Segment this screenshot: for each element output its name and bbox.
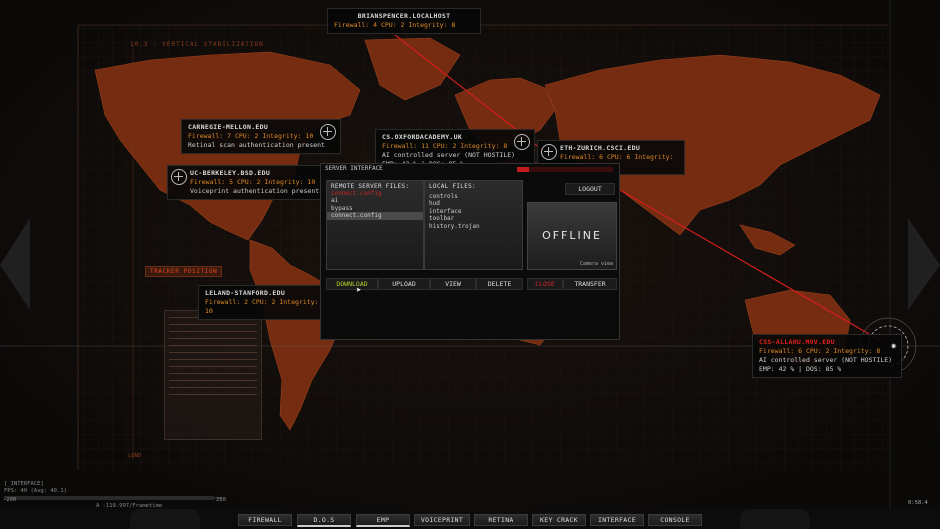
close-button[interactable]: CLOSE bbox=[527, 278, 563, 290]
local-files-header: LOCAL FILES: bbox=[429, 183, 476, 190]
node-host: ETH-ZURICH.CSCI.EDU bbox=[560, 144, 641, 152]
download-button[interactable]: DOWNLOAD bbox=[326, 278, 378, 290]
local-file-interface[interactable]: interface bbox=[425, 208, 522, 216]
taskbar-retina[interactable]: RETINA bbox=[474, 514, 528, 526]
remote-files-pane: REMOTE SERVER FILES: connect.config ai b… bbox=[326, 180, 424, 270]
logo-icon-right bbox=[740, 509, 810, 529]
node-carnegie-mellon[interactable]: CARNEGIE-MELLON.EDU Firewall: 7 CPU: 2 I… bbox=[181, 119, 341, 154]
taskbar-voiceprint[interactable]: VOICEPRINT bbox=[414, 514, 470, 526]
node-host: BRIANSPENCER.LOCALHOST bbox=[357, 12, 451, 20]
node-brianspencer[interactable]: BRIANSPENCER.LOCALHOST Firewall: 4 CPU: … bbox=[327, 8, 481, 34]
game-clock: 0:58.4 bbox=[908, 500, 928, 506]
upload-button[interactable]: UPLOAD bbox=[378, 278, 430, 290]
map-title: 10.3 - VERTICAL STABILIZATION bbox=[130, 41, 264, 48]
delete-button[interactable]: DELETE bbox=[476, 278, 523, 290]
node-hostile[interactable]: CSS-ALLAHU.MOV.EDU Firewall: 6 CPU: 2 In… bbox=[752, 334, 902, 378]
camera-view-label: Camera view bbox=[579, 261, 613, 267]
taskbar-interface[interactable]: INTERFACE bbox=[590, 514, 644, 526]
server-interface-window: SERVER INTERFACE LOGOUT REMOTE SERVER FI… bbox=[320, 163, 620, 340]
node-note: AI controlled server (NOT HOSTILE) bbox=[759, 356, 893, 364]
console-fps: FPS: 40 (Avg: 40.1) bbox=[4, 488, 67, 494]
node-stats: Firewall: 6 CPU: 2 Integrity: 8 bbox=[759, 347, 881, 355]
node-note: Voiceprint authentication present bbox=[190, 187, 320, 195]
node-uc-berkeley[interactable]: UC-BERKELEY.BSD.EDU Firewall: 5 CPU: 2 I… bbox=[167, 165, 329, 200]
node-host: UC-BERKELEY.BSD.EDU bbox=[190, 169, 271, 177]
node-stats: Firewall: 4 CPU: 2 Integrity: 8 bbox=[334, 21, 456, 29]
remote-file-ai[interactable]: ai bbox=[327, 197, 423, 205]
target-reticle-icon bbox=[320, 124, 336, 140]
scale-right: 200 bbox=[216, 497, 226, 503]
local-files-pane: LOCAL FILES: controls hud interface tool… bbox=[424, 180, 523, 270]
node-stats: Firewall: 11 CPU: 2 Integrity: 8 bbox=[382, 142, 508, 150]
node-host: LELAND-STANFORD.EDU bbox=[205, 289, 286, 297]
tracker-position-label: TRACKER POSITION bbox=[145, 266, 223, 277]
console-line-1: [_INTERFACE] bbox=[4, 481, 44, 487]
map-info-panel bbox=[164, 310, 262, 440]
node-host: CARNEGIE-MELLON.EDU bbox=[188, 123, 269, 131]
local-file-toolbar[interactable]: toolbar bbox=[425, 215, 522, 223]
node-host: CS.OXFORDACADEMY.UK bbox=[382, 133, 463, 141]
node-host: CSS-ALLAHU.MOV.EDU bbox=[759, 338, 835, 346]
progress-bar bbox=[517, 167, 613, 172]
logout-button[interactable]: LOGOUT bbox=[565, 183, 615, 195]
target-reticle-icon bbox=[171, 169, 187, 185]
remote-file-connect-config[interactable]: connect.config bbox=[327, 212, 423, 220]
taskbar-firewall[interactable]: FIREWALL bbox=[238, 514, 292, 526]
node-stanford[interactable]: LELAND-STANFORD.EDU Firewall: 2 CPU: 2 I… bbox=[198, 285, 332, 320]
remote-file-bypass[interactable]: bypass bbox=[327, 205, 423, 213]
node-stats: Firewall: 5 CPU: 2 Integrity: 10 bbox=[190, 178, 316, 186]
remote-files-subheader: connect.config bbox=[331, 189, 382, 197]
mouse-cursor-icon: ➤ bbox=[356, 286, 362, 296]
taskbar-dos[interactable]: D.O.S bbox=[297, 514, 351, 527]
local-file-history-trojan[interactable]: history.trojan bbox=[425, 223, 522, 231]
window-title: SERVER INTERFACE bbox=[325, 165, 383, 172]
axis-label-bottom: LOND bbox=[128, 453, 142, 459]
scale-left: -200 bbox=[3, 497, 17, 503]
node-stats: Firewall: 7 CPU: 2 Integrity: 10 bbox=[188, 132, 314, 140]
view-button[interactable]: VIEW bbox=[430, 278, 476, 290]
camera-status: OFFLINE bbox=[542, 229, 602, 242]
node-note: AI controlled server (NOT HOSTILE) bbox=[382, 151, 516, 159]
node-stats: Firewall: 2 CPU: 2 Integrity: 10 bbox=[205, 298, 319, 315]
taskbar-emp[interactable]: EMP bbox=[356, 514, 410, 527]
taskbar-key-crack[interactable]: KEY CRACK bbox=[532, 514, 586, 526]
logo-icon bbox=[130, 509, 200, 529]
target-reticle-icon bbox=[514, 134, 530, 150]
target-star-icon: ✷ bbox=[890, 339, 897, 352]
local-file-hud[interactable]: hud bbox=[425, 200, 522, 208]
node-note-2: EMP: 42 % | DOS: 85 % bbox=[759, 365, 842, 373]
camera-feed: OFFLINE Camera view bbox=[527, 202, 617, 270]
node-note: Retinal scan authentication present bbox=[188, 141, 325, 149]
target-reticle-icon bbox=[541, 144, 557, 160]
transfer-button[interactable]: TRANSFER bbox=[563, 278, 617, 290]
local-file-controls[interactable]: controls bbox=[425, 193, 522, 201]
taskbar-console[interactable]: CONSOLE bbox=[648, 514, 702, 526]
